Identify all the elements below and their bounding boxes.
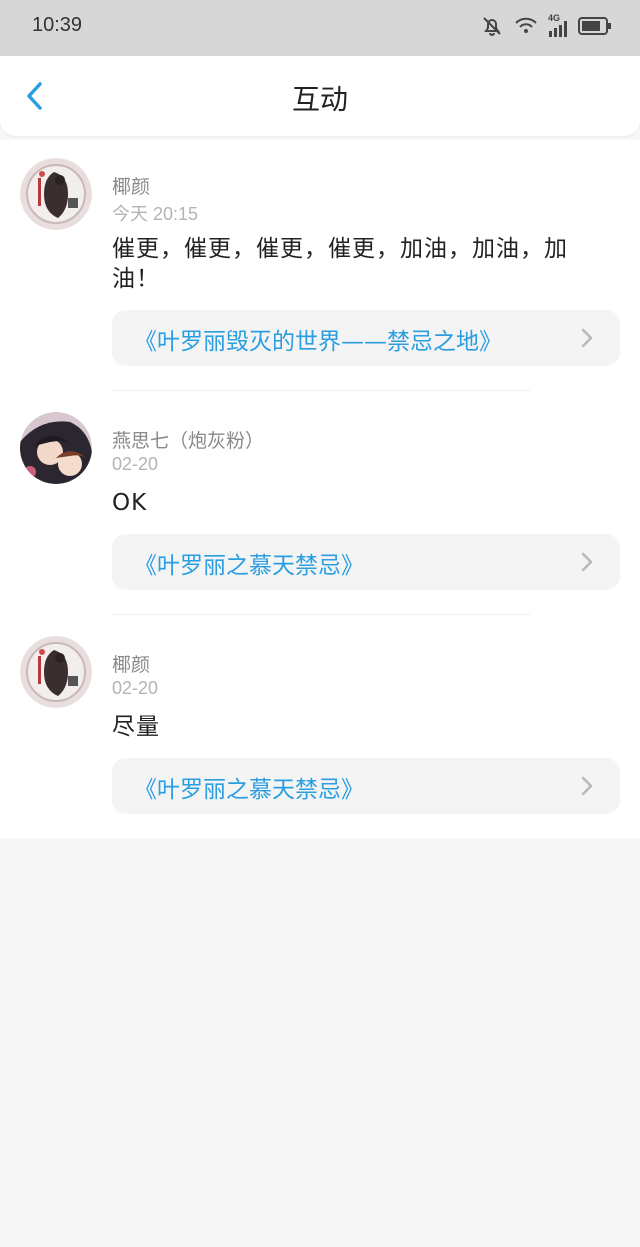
book-title: 《叶罗丽之慕天禁忌》 [134, 777, 364, 803]
bell-muted-icon [483, 17, 501, 36]
book-link[interactable]: 《叶罗丽毁灭的世界——禁忌之地》 [112, 310, 620, 366]
comment-time: 02-20 [112, 678, 159, 698]
book-link[interactable]: 《叶罗丽之慕天禁忌》 [112, 758, 620, 814]
book-link[interactable]: 《叶罗丽之慕天禁忌》 [112, 534, 620, 590]
comment-username[interactable]: 椰颜 [112, 172, 150, 199]
top-bar: 互动 [0, 56, 640, 136]
signal-4g-icon: 4G [548, 13, 568, 37]
avatar[interactable] [20, 412, 92, 484]
page-title: 互动 [291, 83, 348, 116]
book-title: 《叶罗丽毁灭的世界——禁忌之地》 [134, 329, 502, 355]
comment-username[interactable]: 燕思七（炮灰粉） [112, 426, 264, 453]
status-bar: 10:39 4G [0, 0, 640, 56]
comment-time: 今天 20:15 [112, 204, 199, 224]
chevron-right-icon [581, 552, 593, 572]
comment-list: 椰颜 今天 20:15 催更，催更，催更，催更，加油，加油，加油！ 《叶罗丽毁灭… [0, 140, 640, 838]
book-title: 《叶罗丽之慕天禁忌》 [134, 553, 364, 579]
comment-text: 催更，催更，催更，催更，加油，加油，加油！ [112, 236, 568, 292]
divider [112, 390, 530, 391]
comment-text: OK [112, 490, 148, 516]
avatar[interactable] [20, 158, 92, 230]
divider [112, 614, 530, 615]
status-icons: 4G [480, 13, 612, 38]
status-time: 10:39 [32, 14, 83, 36]
chevron-right-icon [581, 776, 593, 796]
comment-time: 02-20 [112, 454, 159, 474]
chevron-right-icon [581, 328, 593, 348]
comment-username[interactable]: 椰颜 [112, 650, 150, 677]
comment-text: 尽量 [112, 714, 160, 740]
wifi-icon [515, 17, 537, 33]
battery-icon [578, 17, 611, 35]
avatar[interactable] [20, 636, 92, 708]
